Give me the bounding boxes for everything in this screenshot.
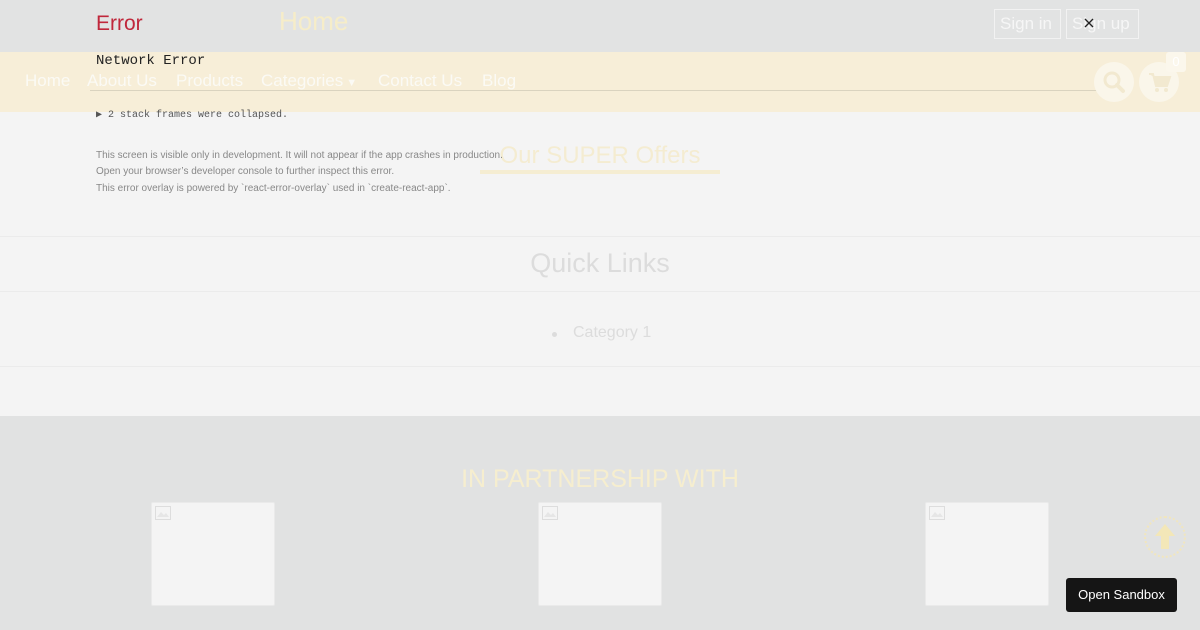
broken-image-icon <box>542 506 558 520</box>
page-title: Home <box>279 6 349 36</box>
section-divider <box>0 236 1200 237</box>
nav-link-contact-us[interactable]: Contact Us <box>378 71 462 91</box>
search-button[interactable] <box>1094 62 1134 102</box>
section-divider <box>0 291 1200 292</box>
arrow-up-icon <box>1155 524 1175 549</box>
nav-link-blog[interactable]: Blog <box>482 71 516 91</box>
section-divider <box>0 366 1200 367</box>
nav-link-about-us[interactable]: About Us <box>87 71 157 91</box>
nav-link-home[interactable]: Home <box>25 71 70 91</box>
top-header: Home Sign in Sign up <box>0 0 1200 52</box>
dev-note-line: This screen is visible only in developme… <box>96 150 503 161</box>
caret-down-icon: ▼ <box>346 77 358 89</box>
broken-image-icon <box>155 506 171 520</box>
list-bullet <box>552 332 557 337</box>
scroll-to-top-button[interactable] <box>1144 516 1186 558</box>
cart-count-badge: 0 <box>1166 52 1186 72</box>
partner-logo <box>925 502 1049 606</box>
open-sandbox-button[interactable]: Open Sandbox <box>1066 578 1177 612</box>
dev-note-line: Open your browser’s developer console to… <box>96 166 395 177</box>
close-icon <box>1084 18 1094 28</box>
close-button[interactable] <box>1080 14 1098 32</box>
offers-heading: Our SUPER Offers <box>499 142 701 169</box>
partners-heading: IN PARTNERSHIP WITH <box>461 465 739 493</box>
app-page: Home Sign in Sign up Home About Us Produ… <box>0 0 1200 630</box>
nav-link-categories[interactable]: Categories ▼ <box>261 71 357 91</box>
quick-link-category-1[interactable]: Category 1 <box>573 324 651 342</box>
error-message: Network Error <box>96 53 206 69</box>
partner-logo <box>538 502 662 606</box>
search-icon <box>1103 71 1125 93</box>
nav-divider <box>90 90 1104 91</box>
sign-up-button[interactable]: Sign up <box>1066 9 1139 39</box>
stack-frames-toggle[interactable]: ▶ 2 stack frames were collapsed. <box>96 109 288 121</box>
error-title: Error <box>96 12 143 35</box>
offers-underline <box>480 170 720 174</box>
broken-image-icon <box>929 506 945 520</box>
partner-logo <box>151 502 275 606</box>
sign-in-button[interactable]: Sign in <box>994 9 1061 39</box>
quick-links-heading: Quick Links <box>530 248 670 278</box>
nav-link-categories-label: Categories <box>261 71 344 90</box>
nav-link-products[interactable]: Products <box>176 71 243 91</box>
dev-note-line: This error overlay is powered by `react-… <box>96 183 451 194</box>
